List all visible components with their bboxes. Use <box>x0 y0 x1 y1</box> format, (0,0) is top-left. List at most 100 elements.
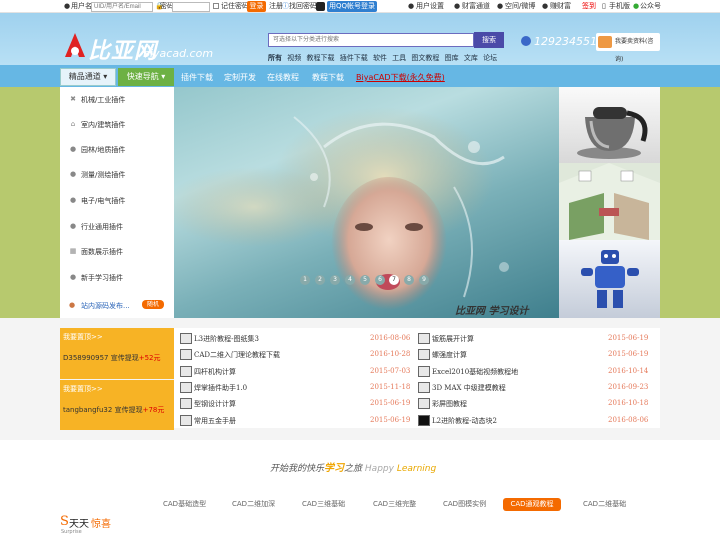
qq-login-button[interactable]: 用QQ帐号登录 <box>327 1 377 12</box>
carousel-dot[interactable]: 6 <box>375 275 385 285</box>
nav-custom-dev[interactable]: 定制开发 <box>224 72 256 83</box>
nav-online-tutorial[interactable]: 在线教程 <box>267 72 299 83</box>
sidebar-item-survey[interactable]: ● 测量/测绘插件 <box>60 162 174 187</box>
carousel-dot[interactable]: 5 <box>360 275 370 285</box>
random-badge[interactable]: 随机 <box>142 300 164 309</box>
item-title[interactable]: 3D MAX 中级建模教程 <box>432 383 506 393</box>
sell-material-badge[interactable]: 我要卖资料(咨询) <box>596 33 660 63</box>
sidebar-item-label: 面数展示插件 <box>81 248 123 256</box>
nav-plugin-download[interactable]: 插件下载 <box>181 72 213 83</box>
item-title[interactable]: 常用五金手册 <box>194 416 236 426</box>
sidebar-item-interior[interactable]: ⌂ 室内/建筑插件 <box>60 112 174 137</box>
list-item[interactable]: 螺强度计算 2015-06-19 <box>418 347 650 363</box>
list-item[interactable]: L2进阶教程-动态块2 2016-08-06 <box>418 413 650 429</box>
search-button[interactable]: 搜索 <box>474 32 504 48</box>
sidebar-item-label: 室内/建筑插件 <box>81 121 126 129</box>
thumb-interior[interactable] <box>559 163 660 240</box>
carousel-dot[interactable]: 1 <box>300 275 310 285</box>
promo-title[interactable]: 我要置顶>> <box>63 332 103 342</box>
item-date: 2016-10-18 <box>608 399 649 407</box>
nav-quick-button[interactable]: 快速导航 ▾ <box>118 68 174 86</box>
list-item[interactable]: L3进阶教程-图纸集3 2016-08-06 <box>180 331 412 347</box>
item-title[interactable]: CAD二维入门理论教程下载 <box>194 350 280 360</box>
carousel-dot-active[interactable]: 7 <box>389 275 399 285</box>
carousel-dot[interactable]: 4 <box>345 275 355 285</box>
tab-cad-3d-basic[interactable]: CAD三维基础 <box>302 499 345 509</box>
sidebar-item-mechanical[interactable]: ✖ 机械/工业插件 <box>60 87 174 112</box>
thumb-robot[interactable] <box>559 240 660 318</box>
category-tutorial-download[interactable]: 教程下载 <box>306 54 334 62</box>
logo-icon[interactable] <box>64 32 86 58</box>
category-all[interactable]: 所有 <box>268 54 282 62</box>
item-title[interactable]: L2进阶教程-动态块2 <box>432 416 497 426</box>
right-decoration <box>660 87 720 318</box>
search-input[interactable] <box>268 33 474 47</box>
register-link[interactable]: 注册 <box>269 2 283 11</box>
category-software[interactable]: 软件 <box>373 54 387 62</box>
category-tools[interactable]: 工具 <box>392 54 406 62</box>
list-item[interactable]: 焊掌插件助手1.0 2015-11-18 <box>180 380 412 396</box>
promo-box[interactable]: 我要置顶>> D358990957 宣传提现+52元 <box>60 328 174 379</box>
list-item[interactable]: 四杆机构计算 2015-07-03 <box>180 364 412 380</box>
checkin-link[interactable]: 签到 <box>582 2 596 11</box>
tab-cad-general-active[interactable]: CAD通观教程 <box>503 498 561 511</box>
nav-tutorial-download[interactable]: 教程下载 <box>312 72 344 83</box>
sidebar-item-surface[interactable]: ▦ 面数展示插件 <box>60 239 174 264</box>
item-title[interactable]: 焊掌插件助手1.0 <box>194 383 247 393</box>
tab-cad-basic-model[interactable]: CAD基础造型 <box>163 499 206 509</box>
item-title[interactable]: Excel2010基础视频教程地 <box>432 367 518 377</box>
daily-subtitle: Surprise <box>61 529 82 535</box>
category-library[interactable]: 文库 <box>464 54 478 62</box>
list-item[interactable]: 钣筋展开计算 2015-06-19 <box>418 331 650 347</box>
nav-all-button[interactable]: 精品通道 ▾ <box>60 68 116 86</box>
carousel-dot[interactable]: 2 <box>315 275 325 285</box>
category-graphic-tutorial[interactable]: 图文教程 <box>411 54 439 62</box>
carousel-dot[interactable]: 3 <box>330 275 340 285</box>
category-forum[interactable]: 论坛 <box>483 54 497 62</box>
carousel-dot[interactable]: 8 <box>404 275 414 285</box>
public-account-link[interactable]: 公众号 <box>640 2 661 11</box>
sidebar-item-general[interactable]: ● 行业通用插件 <box>60 214 174 239</box>
category-gallery[interactable]: 图库 <box>445 54 459 62</box>
list-item[interactable]: Excel2010基础视频教程地 2016-10-14 <box>418 364 650 380</box>
tab-cad-examples[interactable]: CAD图模实例 <box>443 499 486 509</box>
list-item[interactable]: 彩屏图教程 2016-10-18 <box>418 396 650 412</box>
sidebar-item-electronic[interactable]: ● 电子/电气插件 <box>60 188 174 213</box>
category-video[interactable]: 视频 <box>287 54 301 62</box>
user-settings-link[interactable]: 用户设置 <box>416 2 444 11</box>
list-item[interactable]: 常用五金手册 2015-06-19 <box>180 413 412 429</box>
carousel-dot[interactable]: 9 <box>419 275 429 285</box>
item-title[interactable]: 型钢设计计算 <box>194 399 236 409</box>
wechat-icon: ● <box>633 2 640 10</box>
item-title[interactable]: L3进阶教程-图纸集3 <box>194 334 259 344</box>
remember-checkbox[interactable] <box>213 3 219 9</box>
robot-image <box>581 250 639 308</box>
tab-cad-2d-basic[interactable]: CAD二维基础 <box>583 499 626 509</box>
password-input[interactable] <box>172 2 210 12</box>
list-item[interactable]: CAD二维入门理论教程下载 2016-10-28 <box>180 347 412 363</box>
find-password-link[interactable]: 找回密码 <box>289 2 317 11</box>
promo-box[interactable]: 我要置顶>> tangbangfu32 宣传提现+78元 <box>60 380 174 430</box>
thumb-kettle[interactable] <box>559 87 660 163</box>
promo-title[interactable]: 我要置顶>> <box>63 384 103 394</box>
promo-text: 宣传提现 <box>114 406 143 414</box>
nav-promo-link[interactable]: BiyaCAD下载(永久免费) <box>356 72 445 83</box>
item-title[interactable]: 彩屏图教程 <box>432 399 467 409</box>
item-title[interactable]: 螺强度计算 <box>432 350 467 360</box>
tab-cad-3d-complete[interactable]: CAD三维完整 <box>373 499 416 509</box>
category-plugin-download[interactable]: 插件下载 <box>340 54 368 62</box>
list-item[interactable]: 型钢设计计算 2015-06-19 <box>180 396 412 412</box>
item-title[interactable]: 四杆机构计算 <box>194 367 236 377</box>
sidebar-item-beginner[interactable]: ● 新手学习插件 <box>60 265 174 290</box>
username-input[interactable] <box>91 2 153 12</box>
item-title[interactable]: 钣筋展开计算 <box>432 334 474 344</box>
sidebar-item-landscape[interactable]: ● 园林/地质插件 <box>60 137 174 162</box>
mobile-link[interactable]: 手机版 <box>609 2 630 11</box>
tab-cad-2d-advanced[interactable]: CAD二维加深 <box>232 499 275 509</box>
list-item[interactable]: 3D MAX 中级建模教程 2016-09-23 <box>418 380 650 396</box>
login-button[interactable]: 登录 <box>247 1 266 12</box>
space-link[interactable]: 空间/微博 <box>505 2 535 11</box>
wealth-link[interactable]: 财富通道 <box>462 2 490 11</box>
earn-link[interactable]: 赚财富 <box>550 2 571 11</box>
search-categories: 所有 视频 教程下载 插件下载 软件 工具 图文教程 图库 文库 论坛 <box>268 53 500 63</box>
